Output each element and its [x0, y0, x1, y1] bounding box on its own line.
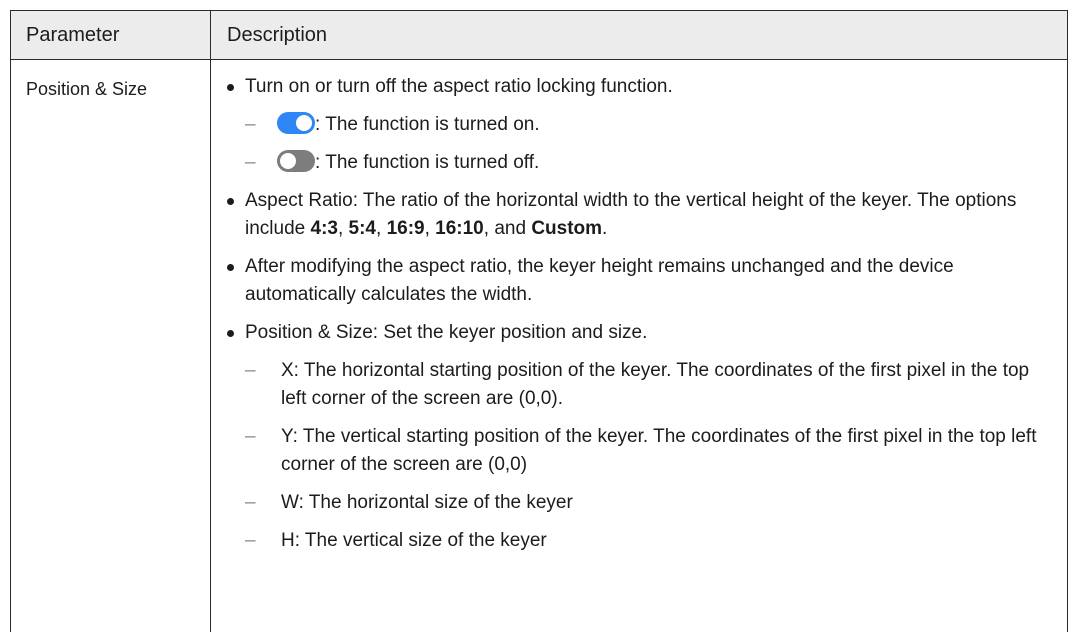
sub-w: – W: The horizontal size of the keyer	[227, 489, 1057, 517]
bullet-position-size: Position & Size: Set the keyer position …	[227, 319, 1057, 347]
dash-marker: –	[245, 114, 256, 135]
parameter-name: Position & Size	[26, 79, 148, 99]
ratio-option: 16:9	[386, 218, 425, 239]
bullet-after-modify: After modifying the aspect ratio, the ke…	[227, 253, 1057, 309]
ratio-option: 5:4	[348, 218, 376, 239]
description-cell: Turn on or turn off the aspect ratio loc…	[227, 73, 1057, 565]
sub-toggle-off: – : The function is turned off.	[227, 149, 1057, 177]
dash-marker: –	[245, 530, 256, 551]
ratio-option: 16:10	[435, 218, 484, 239]
dash-marker: –	[245, 360, 256, 381]
dash-marker: –	[245, 492, 256, 513]
dash-marker: –	[245, 152, 256, 173]
bullet-aspect-lock: Turn on or turn off the aspect ratio loc…	[227, 73, 1057, 101]
column-divider	[210, 11, 211, 632]
sub-y: – Y: The vertical starting position of t…	[227, 423, 1057, 479]
sub-h: – H: The vertical size of the keyer	[227, 527, 1057, 555]
toggle-off-icon	[277, 150, 315, 172]
toggle-on-icon	[277, 112, 315, 134]
bullet-aspect-ratio: Aspect Ratio: The ratio of the horizonta…	[227, 187, 1057, 243]
ratio-option: 4:3	[310, 218, 338, 239]
header-description: Description	[227, 24, 328, 46]
sub-toggle-on: – : The function is turned on.	[227, 111, 1057, 139]
ratio-option: Custom	[531, 218, 603, 239]
header-parameter: Parameter	[26, 24, 120, 46]
sub-x: – X: The horizontal starting position of…	[227, 357, 1057, 413]
parameter-table: Parameter Description Position & Size Tu…	[10, 10, 1068, 632]
table-header: Parameter Description	[11, 11, 1067, 60]
dash-marker: –	[245, 426, 256, 447]
toggle-on-text: : The function is turned on.	[315, 114, 540, 135]
toggle-off-text: : The function is turned off.	[315, 152, 540, 173]
